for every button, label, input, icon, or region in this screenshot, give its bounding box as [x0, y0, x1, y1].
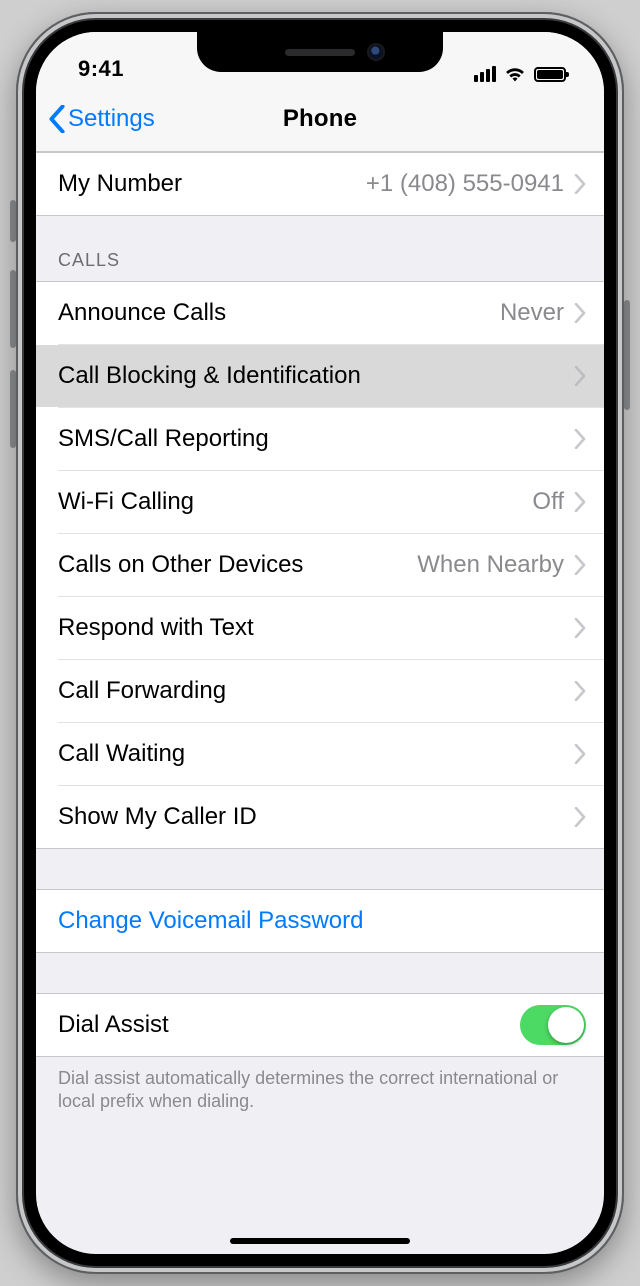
back-button[interactable]: Settings	[48, 86, 155, 151]
dial-assist-footer: Dial assist automatically determines the…	[36, 1057, 604, 1114]
notch	[197, 32, 443, 72]
cell-call-blocking-identification[interactable]: Call Blocking & Identification	[58, 344, 604, 407]
dial-assist-toggle[interactable]	[520, 1005, 586, 1045]
chevron-right-icon	[574, 744, 586, 764]
cell-title: Calls on Other Devices	[58, 551, 417, 579]
cell-sms-call-reporting[interactable]: SMS/Call Reporting	[58, 407, 604, 470]
cell-title: Change Voicemail Password	[58, 907, 586, 935]
chevron-right-icon	[574, 555, 586, 575]
group-my-number: My Number +1 (408) 555-0941	[36, 152, 604, 216]
cell-title: Dial Assist	[58, 1011, 520, 1039]
cell-title: Show My Caller ID	[58, 803, 574, 831]
screen: 9:41	[36, 32, 604, 1254]
chevron-right-icon	[574, 492, 586, 512]
back-label: Settings	[68, 105, 155, 133]
group-voicemail: Change Voicemail Password	[36, 889, 604, 953]
chevron-right-icon	[574, 174, 586, 194]
cell-value: +1 (408) 555-0941	[366, 170, 564, 198]
cellular-signal-icon	[474, 66, 496, 82]
page-title: Phone	[283, 105, 357, 133]
cell-title: SMS/Call Reporting	[58, 425, 574, 453]
chevron-right-icon	[574, 807, 586, 827]
cell-value: Never	[500, 299, 564, 327]
navigation-bar: Settings Phone	[36, 86, 604, 152]
front-camera	[369, 45, 383, 59]
chevron-right-icon	[574, 429, 586, 449]
group-dial-assist: Dial Assist	[36, 993, 604, 1057]
cell-title: Announce Calls	[58, 299, 500, 327]
cell-dial-assist: Dial Assist	[36, 994, 604, 1056]
cell-calls-on-other-devices[interactable]: Calls on Other DevicesWhen Nearby	[58, 533, 604, 596]
home-indicator[interactable]	[230, 1238, 410, 1244]
scroll-content[interactable]: My Number +1 (408) 555-0941 CALLS Announ…	[36, 152, 604, 1254]
cell-announce-calls[interactable]: Announce CallsNever	[36, 282, 604, 344]
cell-call-waiting[interactable]: Call Waiting	[58, 722, 604, 785]
cell-call-forwarding[interactable]: Call Forwarding	[58, 659, 604, 722]
chevron-left-icon	[48, 105, 66, 133]
cell-change-voicemail-password[interactable]: Change Voicemail Password	[36, 890, 604, 952]
speaker-grille	[285, 49, 355, 56]
battery-icon	[534, 67, 566, 82]
cell-my-number[interactable]: My Number +1 (408) 555-0941	[36, 153, 604, 215]
cell-title: Call Blocking & Identification	[58, 362, 574, 390]
chevron-right-icon	[574, 366, 586, 386]
wifi-icon	[504, 66, 526, 82]
section-header-calls: CALLS	[36, 216, 604, 281]
cell-title: Respond with Text	[58, 614, 574, 642]
group-calls: Announce CallsNever Call Blocking & Ident…	[36, 281, 604, 849]
cell-title: Wi-Fi Calling	[58, 488, 532, 516]
cell-title: Call Waiting	[58, 740, 574, 768]
cell-wi-fi-calling[interactable]: Wi-Fi CallingOff	[58, 470, 604, 533]
cell-title: My Number	[58, 170, 366, 198]
iphone-device-frame: 9:41	[16, 12, 624, 1274]
chevron-right-icon	[574, 303, 586, 323]
cell-value: When Nearby	[417, 551, 564, 579]
chevron-right-icon	[574, 681, 586, 701]
side-button	[624, 300, 630, 410]
cell-respond-with-text[interactable]: Respond with Text	[58, 596, 604, 659]
cell-value: Off	[532, 488, 564, 516]
chevron-right-icon	[574, 618, 586, 638]
status-time: 9:41	[64, 56, 124, 82]
cell-show-my-caller-id[interactable]: Show My Caller ID	[58, 785, 604, 848]
cell-title: Call Forwarding	[58, 677, 574, 705]
